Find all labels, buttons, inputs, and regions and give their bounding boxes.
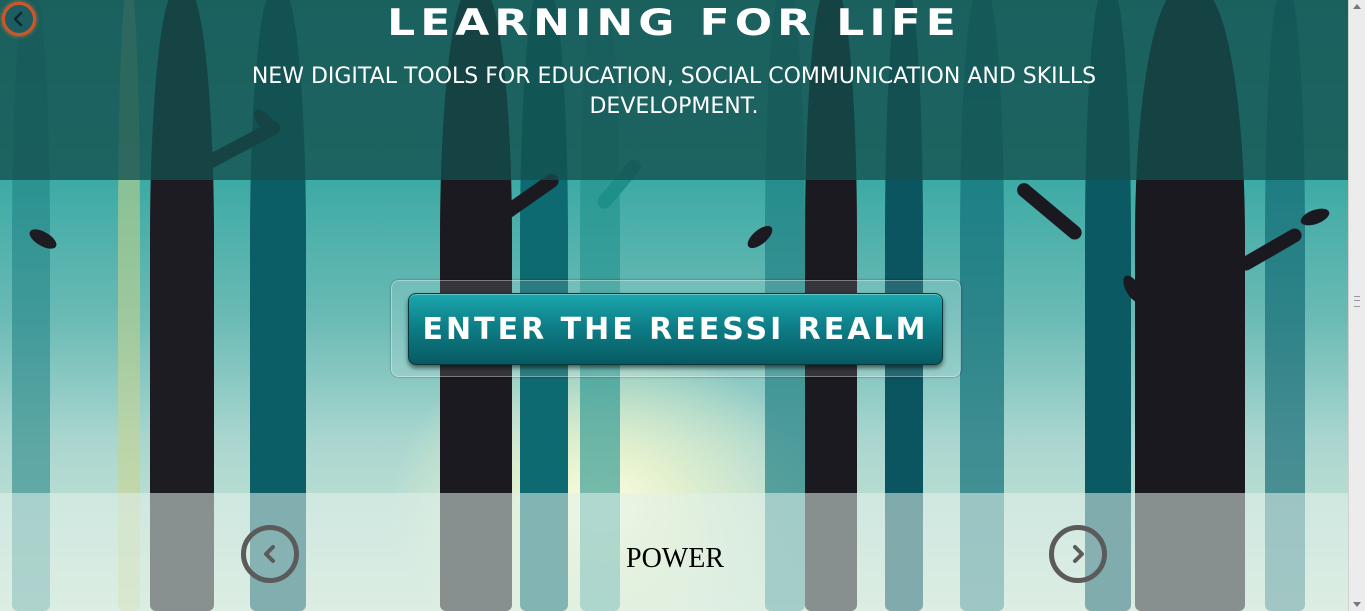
enter-realm-label: ENTER THE REESSI REALM [422,311,929,347]
page-title: LEARNING FOR LIFE [387,2,961,44]
scroll-down-arrow-icon[interactable] [1353,602,1361,607]
chevron-left-circle-icon [264,545,275,563]
carousel-prev-button[interactable] [241,525,299,583]
scroll-thumb-grip[interactable] [1354,296,1360,307]
carousel-current-label: POWER [626,543,724,574]
tree-branch [1014,180,1085,243]
carousel-next-button[interactable] [1049,525,1107,583]
scroll-up-arrow-icon[interactable] [1353,4,1361,9]
page-subtitle: NEW DIGITAL TOOLS FOR EDUCATION, SOCIAL … [251,64,1097,119]
chevron-right-circle-icon [1073,545,1084,563]
enter-realm-button[interactable]: ENTER THE REESSI REALM [408,293,943,365]
vertical-scrollbar[interactable] [1348,0,1365,611]
